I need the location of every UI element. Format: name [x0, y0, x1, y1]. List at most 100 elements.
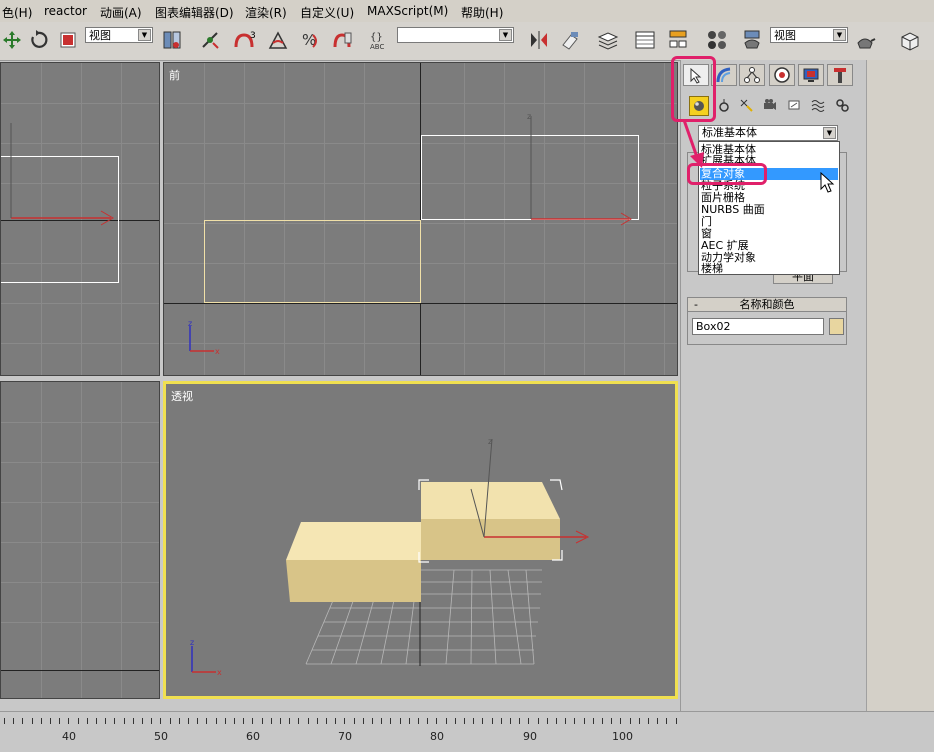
ruler-tick [308, 718, 309, 724]
menu-rendering[interactable]: 渲染(R) [245, 4, 287, 21]
menu-customize[interactable]: 自定义(U) [300, 4, 354, 21]
schematic-view-icon[interactable] [666, 28, 690, 52]
ruler-tick [243, 718, 244, 724]
ruler-label: 80 [430, 730, 444, 743]
ruler-tick [538, 718, 539, 724]
ruler-tick [151, 718, 152, 724]
ruler-tick [676, 718, 677, 724]
ruler-tick [482, 718, 483, 724]
rotate-icon[interactable] [26, 28, 50, 52]
viewport-left[interactable] [0, 381, 160, 699]
spacewarps-subtab-icon[interactable] [809, 96, 827, 114]
lights-subtab-icon[interactable] [737, 96, 755, 114]
scale-icon[interactable] [56, 28, 80, 52]
menu-maxscript[interactable]: MAXScript(M) [367, 4, 448, 18]
ruler-tick [510, 718, 511, 724]
helpers-subtab-icon[interactable] [785, 96, 803, 114]
box-object-icon[interactable] [897, 28, 921, 52]
name-color-rollout-header[interactable]: - 名称和颜色 [687, 297, 847, 312]
viewport-top[interactable] [0, 62, 160, 376]
align-icon[interactable] [558, 28, 582, 52]
ruler-tick [59, 718, 60, 724]
utilities-tab-icon[interactable] [827, 64, 853, 86]
ruler-tick [225, 718, 226, 724]
viewport-perspective[interactable]: 透视 z z x [163, 381, 678, 699]
ruler-tick [464, 718, 465, 724]
display-tab-icon[interactable] [798, 64, 824, 86]
box01-wireframe [204, 220, 421, 303]
menu-help[interactable]: 帮助(H) [461, 4, 503, 21]
percent-snap-icon[interactable]: % [298, 28, 322, 52]
category-dropdown[interactable]: 标准基本体 ▼ [698, 125, 838, 141]
menu-graph-editors[interactable]: 图表编辑器(D) [155, 4, 234, 21]
ruler-tick [114, 718, 115, 724]
viewport-front[interactable]: 前 z z x [163, 62, 678, 376]
ruler-tick [317, 718, 318, 724]
transform-gizmo [10, 123, 114, 226]
render-scene-icon[interactable] [740, 28, 764, 52]
menu-color[interactable]: 色(H) [2, 4, 32, 21]
spinner-snap-icon[interactable] [330, 28, 354, 52]
ruler-tick [50, 718, 51, 724]
systems-subtab-icon[interactable] [833, 96, 851, 114]
named-selection-dropdown[interactable]: ▼ [397, 27, 514, 43]
reference-coordinate-dropdown[interactable]: 视图 ▼ [85, 27, 153, 43]
ruler-tick [105, 718, 106, 724]
ruler-tick [363, 718, 364, 724]
render-type-dropdown[interactable]: 视图 ▼ [770, 27, 848, 43]
dropdown-option[interactable]: AEC 扩展 [701, 240, 749, 251]
menu-bar: 色(H) reactor 动画(A) 图表编辑器(D) 渲染(R) 自定义(U)… [0, 0, 934, 23]
move-icon[interactable] [0, 28, 24, 52]
angle-snap-icon[interactable] [266, 28, 290, 52]
ruler-tick [271, 718, 272, 724]
ruler-tick [179, 718, 180, 724]
mirror-icon[interactable] [527, 28, 551, 52]
ruler-tick [354, 718, 355, 724]
motion-tab-icon[interactable] [769, 64, 795, 86]
object-name-field[interactable]: Box02 [692, 318, 824, 335]
object-color-swatch[interactable] [829, 318, 844, 335]
snap-toggle-icon[interactable]: 3 [232, 28, 258, 52]
ruler-tick [611, 718, 612, 724]
menu-animation[interactable]: 动画(A) [100, 4, 142, 21]
ruler-label: 40 [62, 730, 76, 743]
ruler-tick [446, 718, 447, 724]
ruler-tick [68, 718, 69, 724]
layer-manager-icon[interactable] [596, 28, 620, 52]
ruler-tick [41, 718, 42, 724]
ruler-tick [556, 718, 557, 724]
curve-editor-icon[interactable] [633, 28, 657, 52]
material-editor-icon[interactable] [705, 28, 729, 52]
hierarchy-tab-icon[interactable] [739, 64, 765, 86]
ruler-tick [620, 718, 621, 724]
dropdown-option[interactable]: 面片栅格 [701, 192, 745, 203]
ruler-tick [666, 718, 667, 724]
menu-reactor[interactable]: reactor [44, 4, 87, 18]
name-color-rollout-title: 名称和颜色 [739, 298, 795, 311]
ruler-tick [501, 718, 502, 724]
ruler-tick [400, 718, 401, 724]
dropdown-option[interactable]: 窗 [701, 228, 712, 239]
dropdown-option[interactable]: 楼梯 [701, 263, 723, 274]
chevron-down-icon: ▼ [138, 29, 151, 41]
select-manipulate-icon[interactable] [198, 28, 222, 52]
ruler-tick [96, 718, 97, 724]
ruler-tick [133, 718, 134, 724]
ruler-tick [22, 718, 23, 724]
ruler-tick [427, 718, 428, 724]
dropdown-option[interactable]: 门 [701, 216, 712, 227]
quick-render-icon[interactable] [853, 28, 877, 52]
svg-text:z: z [188, 319, 192, 328]
time-ruler[interactable]: 40 50 60 70 80 90 100 [0, 711, 934, 752]
edit-named-selection-icon[interactable]: {} ABC [368, 28, 392, 52]
category-dropdown-value: 标准基本体 [702, 126, 757, 139]
viewport-label-front[interactable]: 前 [169, 67, 180, 83]
mouse-cursor-icon [820, 172, 835, 193]
shapes-subtab-icon[interactable] [715, 96, 733, 114]
cameras-subtab-icon[interactable] [761, 96, 779, 114]
viewport-axis-h [164, 303, 677, 304]
side-panel-strip [866, 60, 934, 711]
pivot-center-icon[interactable] [160, 28, 184, 52]
ruler-tick [648, 718, 649, 724]
dropdown-option[interactable]: NURBS 曲面 [701, 204, 765, 215]
